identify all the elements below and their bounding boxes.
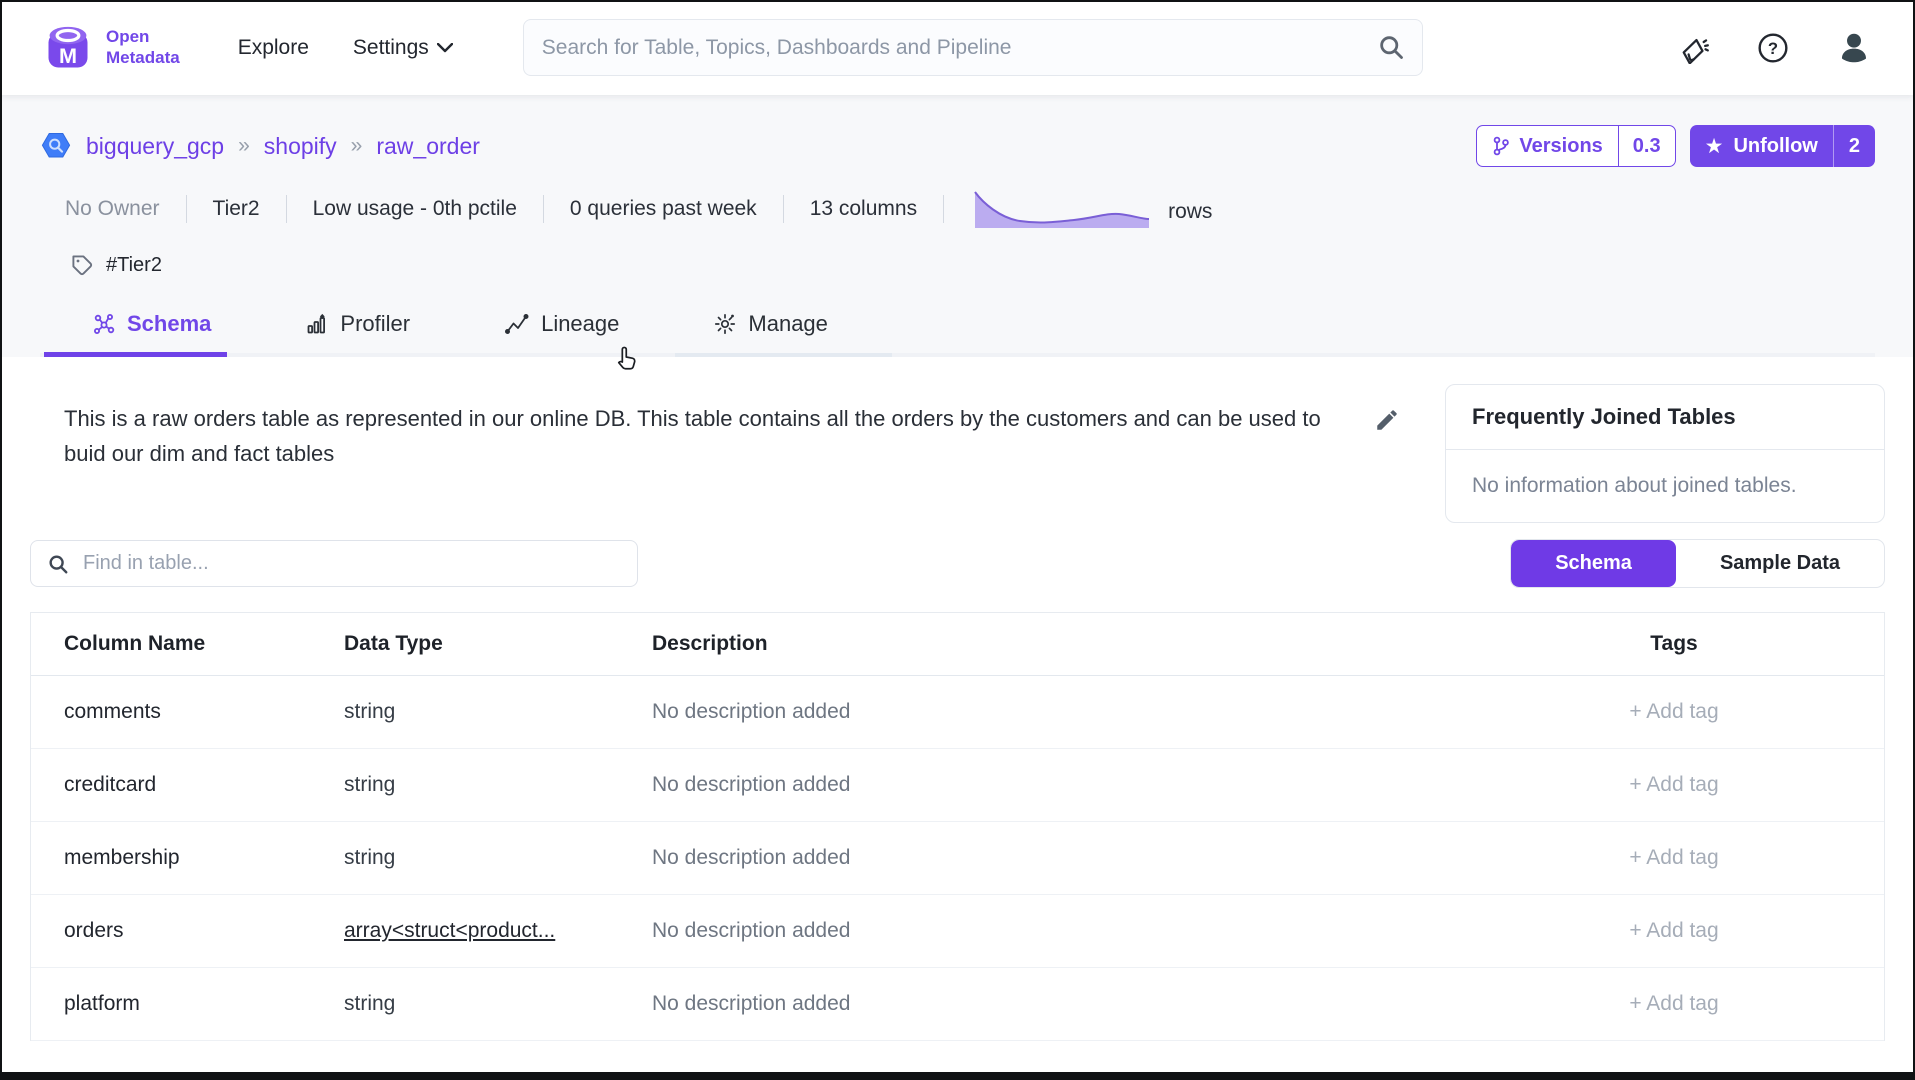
owner-label: No Owner	[65, 197, 160, 221]
table-row: comments string No description added + A…	[31, 676, 1884, 749]
rows-label: rows	[1168, 200, 1212, 230]
tier-label: Tier2	[213, 197, 260, 221]
breadcrumb-separator: »	[351, 134, 363, 158]
column-description: No description added	[619, 992, 1464, 1016]
header-tags: Tags	[1464, 632, 1884, 656]
entity-meta-row: No Owner Tier2 Low usage - 0th pctile 0 …	[40, 183, 1875, 235]
entity-tags: #Tier2	[40, 253, 1875, 277]
table-row: membership string No description added +…	[31, 822, 1884, 895]
column-name: orders	[31, 919, 311, 943]
column-type: array<struct<product...	[311, 919, 619, 943]
usage-label: Low usage - 0th pctile	[313, 197, 517, 221]
queries-label: 0 queries past week	[570, 197, 757, 221]
column-type: string	[311, 700, 619, 724]
view-toggle: Schema Sample Data	[1510, 539, 1885, 588]
columns-table: Column Name Data Type Description Tags c…	[30, 612, 1885, 1041]
announcements-icon[interactable]	[1679, 32, 1711, 64]
joined-tables-title: Frequently Joined Tables	[1446, 385, 1884, 450]
add-tag-button[interactable]: + Add tag	[1464, 846, 1884, 870]
expand-type-link[interactable]: array<struct<product...	[344, 919, 555, 942]
column-name: comments	[31, 700, 311, 724]
rows-sparkline-chart	[972, 188, 1154, 230]
schema-panel: This is a raw orders table as represente…	[0, 357, 1915, 1074]
tab-manage[interactable]: Manage	[689, 311, 852, 357]
tab-schema[interactable]: Schema	[68, 311, 235, 357]
column-name: platform	[31, 992, 311, 1016]
svg-text:?: ?	[1768, 39, 1778, 58]
table-row: creditcard string No description added +…	[31, 749, 1884, 822]
column-description: No description added	[619, 919, 1464, 943]
add-tag-button[interactable]: + Add tag	[1464, 700, 1884, 724]
find-search-icon	[47, 553, 69, 575]
help-icon[interactable]: ?	[1757, 32, 1789, 64]
column-type: string	[311, 992, 619, 1016]
frequently-joined-tables-card: Frequently Joined Tables No information …	[1445, 384, 1885, 523]
user-avatar[interactable]	[1835, 29, 1873, 67]
add-tag-button[interactable]: + Add tag	[1464, 919, 1884, 943]
table-row: platform string No description added + A…	[31, 968, 1884, 1041]
tier-tag-label[interactable]: #Tier2	[106, 254, 162, 277]
bigquery-service-icon	[40, 130, 72, 162]
global-search-input[interactable]	[523, 19, 1423, 76]
toggle-sample-data-button[interactable]: Sample Data	[1676, 540, 1884, 587]
star-icon: ★	[1705, 136, 1724, 157]
breadcrumb-table[interactable]: raw_order	[376, 133, 480, 160]
navbar-icons: ?	[1679, 29, 1873, 67]
table-toolbar: Schema Sample Data	[30, 539, 1885, 588]
version-number: 0.3	[1618, 126, 1675, 166]
openmetadata-logo-icon: M	[42, 22, 94, 74]
nav-explore[interactable]: Explore	[238, 36, 309, 60]
unfollow-button[interactable]: ★ Unfollow 2	[1690, 125, 1875, 167]
find-in-table	[30, 540, 638, 587]
primary-nav: Explore Settings	[238, 36, 453, 60]
lineage-icon	[504, 312, 530, 336]
schema-icon	[92, 312, 116, 336]
chevron-down-icon	[437, 43, 453, 53]
brand-name: Open Metadata	[106, 27, 180, 67]
tag-icon	[70, 253, 94, 277]
openmetadata-logo[interactable]: M Open Metadata	[42, 22, 180, 74]
entity-header: bigquery_gcp » shopify » raw_order Versi…	[0, 95, 1915, 357]
find-in-table-input[interactable]	[83, 552, 621, 575]
table-description: This is a raw orders table as represente…	[64, 401, 1334, 539]
branch-icon	[1492, 136, 1510, 156]
breadcrumb: bigquery_gcp » shopify » raw_order	[40, 130, 480, 162]
column-type: string	[311, 773, 619, 797]
breadcrumb-database[interactable]: shopify	[264, 133, 337, 160]
breadcrumb-separator: »	[238, 134, 250, 158]
follower-count: 2	[1833, 125, 1875, 167]
breadcrumb-service[interactable]: bigquery_gcp	[86, 133, 224, 160]
profiler-icon	[305, 312, 329, 336]
columns-count-label: 13 columns	[810, 197, 917, 221]
tab-profiler[interactable]: Profiler	[281, 311, 434, 357]
column-description: No description added	[619, 846, 1464, 870]
add-tag-button[interactable]: + Add tag	[1464, 773, 1884, 797]
column-description: No description added	[619, 700, 1464, 724]
edit-description-icon[interactable]	[1374, 407, 1400, 435]
table-row: orders array<struct<product... No descri…	[31, 895, 1884, 968]
joined-tables-empty-text: No information about joined tables.	[1446, 450, 1884, 522]
table-header-row: Column Name Data Type Description Tags	[31, 613, 1884, 676]
header-description: Description	[619, 632, 1464, 656]
search-icon[interactable]	[1377, 33, 1405, 61]
header-column-name: Column Name	[31, 632, 311, 656]
gear-icon	[713, 312, 737, 336]
toggle-schema-button[interactable]: Schema	[1511, 540, 1676, 587]
column-name: membership	[31, 846, 311, 870]
column-name: creditcard	[31, 773, 311, 797]
global-search	[523, 19, 1423, 76]
svg-text:M: M	[59, 43, 77, 68]
column-type: string	[311, 846, 619, 870]
versions-button[interactable]: Versions 0.3	[1476, 125, 1675, 167]
entity-tabs: Schema Profiler Lineage	[40, 311, 1875, 357]
nav-settings[interactable]: Settings	[353, 36, 453, 60]
top-navbar: M Open Metadata Explore Settings	[0, 0, 1915, 95]
header-data-type: Data Type	[311, 632, 619, 656]
add-tag-button[interactable]: + Add tag	[1464, 992, 1884, 1016]
cursor-pointer-icon	[612, 343, 642, 375]
column-description: No description added	[619, 773, 1464, 797]
